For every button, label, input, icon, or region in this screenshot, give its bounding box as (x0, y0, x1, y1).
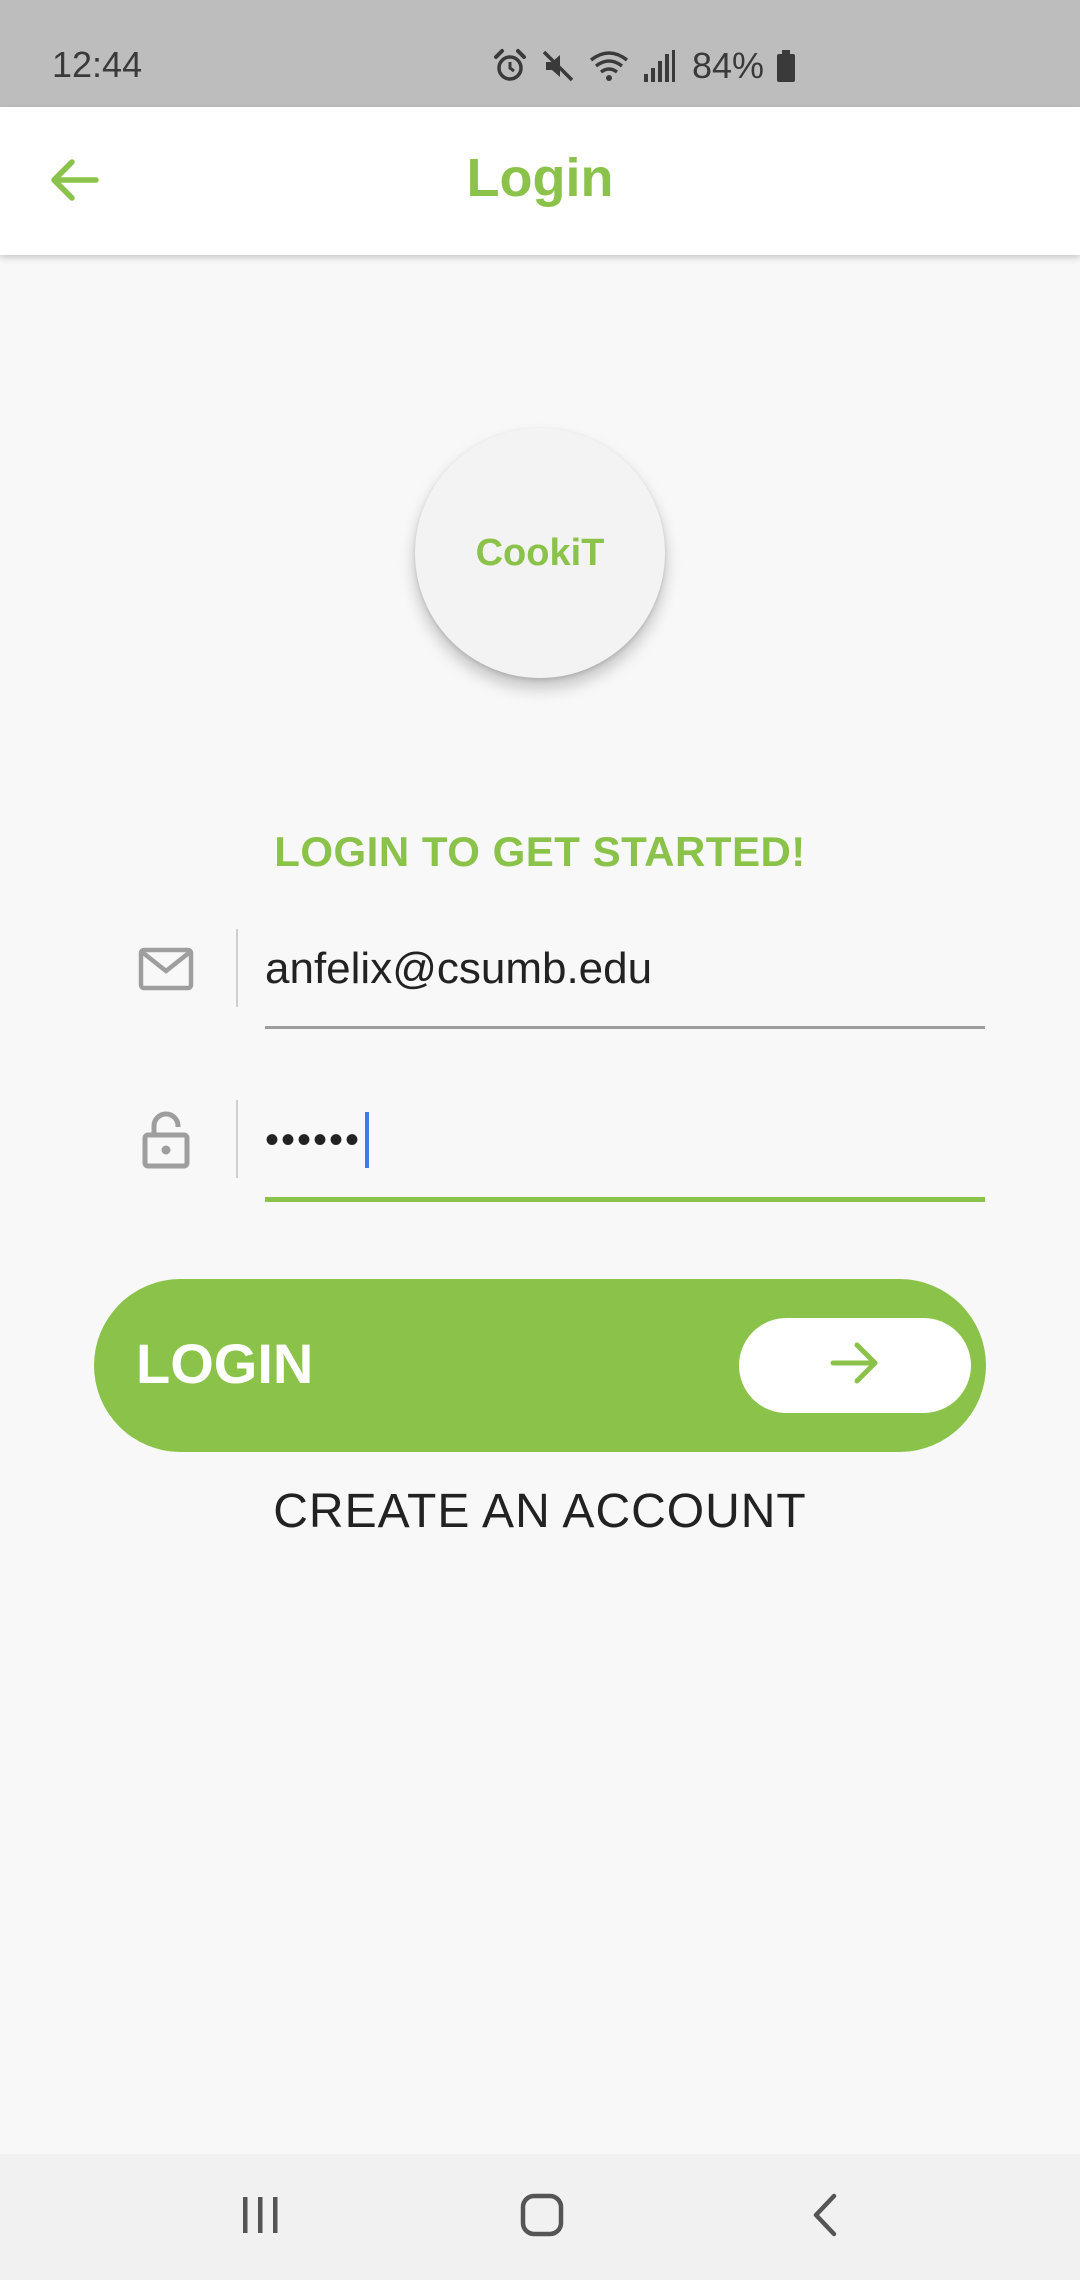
password-divider (236, 1100, 238, 1178)
text-caret (365, 1112, 370, 1168)
wifi-icon (588, 48, 630, 84)
app-bar: Login (0, 107, 1080, 255)
battery-percent: 84% (692, 45, 765, 86)
email-field[interactable]: anfelix@csumb.edu (265, 938, 985, 1000)
status-icons: 84% (492, 44, 796, 88)
battery-icon (776, 48, 796, 84)
email-underline (265, 1026, 985, 1029)
lock-icon (134, 1108, 198, 1172)
login-label: LOGIN (136, 1332, 314, 1395)
arrow-right-icon (829, 1341, 881, 1390)
app-logo: CookiT (415, 428, 665, 678)
mute-icon (540, 48, 576, 84)
navigation-bar (0, 2154, 1080, 2280)
status-time: 12:44 (52, 44, 143, 85)
email-value: anfelix@csumb.edu (265, 944, 653, 993)
email-divider (236, 929, 238, 1007)
recents-button[interactable] (216, 2182, 306, 2252)
password-field[interactable]: •••••• (265, 1108, 985, 1172)
page-title: Login (466, 148, 614, 208)
status-bar: 12:44 84% (0, 0, 1080, 107)
recents-icon (239, 2194, 283, 2241)
back-icon (810, 2192, 840, 2243)
create-account-link[interactable]: CREATE AN ACCOUNT (0, 1484, 1080, 1539)
login-headline: LOGIN TO GET STARTED! (274, 828, 806, 875)
home-icon (519, 2192, 565, 2243)
system-back-button[interactable] (780, 2182, 870, 2252)
signal-icon (642, 48, 676, 84)
login-arrow-pill (739, 1318, 971, 1413)
password-underline (265, 1197, 985, 1202)
login-screen: 12:44 84% Login CookiT LOGIN TO GET STAR… (0, 0, 1080, 2280)
login-button[interactable]: LOGIN (94, 1279, 986, 1452)
alarm-icon (492, 48, 528, 84)
mail-icon (134, 937, 198, 1001)
home-button[interactable] (497, 2182, 587, 2252)
password-value: •••••• (265, 1117, 362, 1162)
logo-text: CookiT (475, 531, 605, 574)
